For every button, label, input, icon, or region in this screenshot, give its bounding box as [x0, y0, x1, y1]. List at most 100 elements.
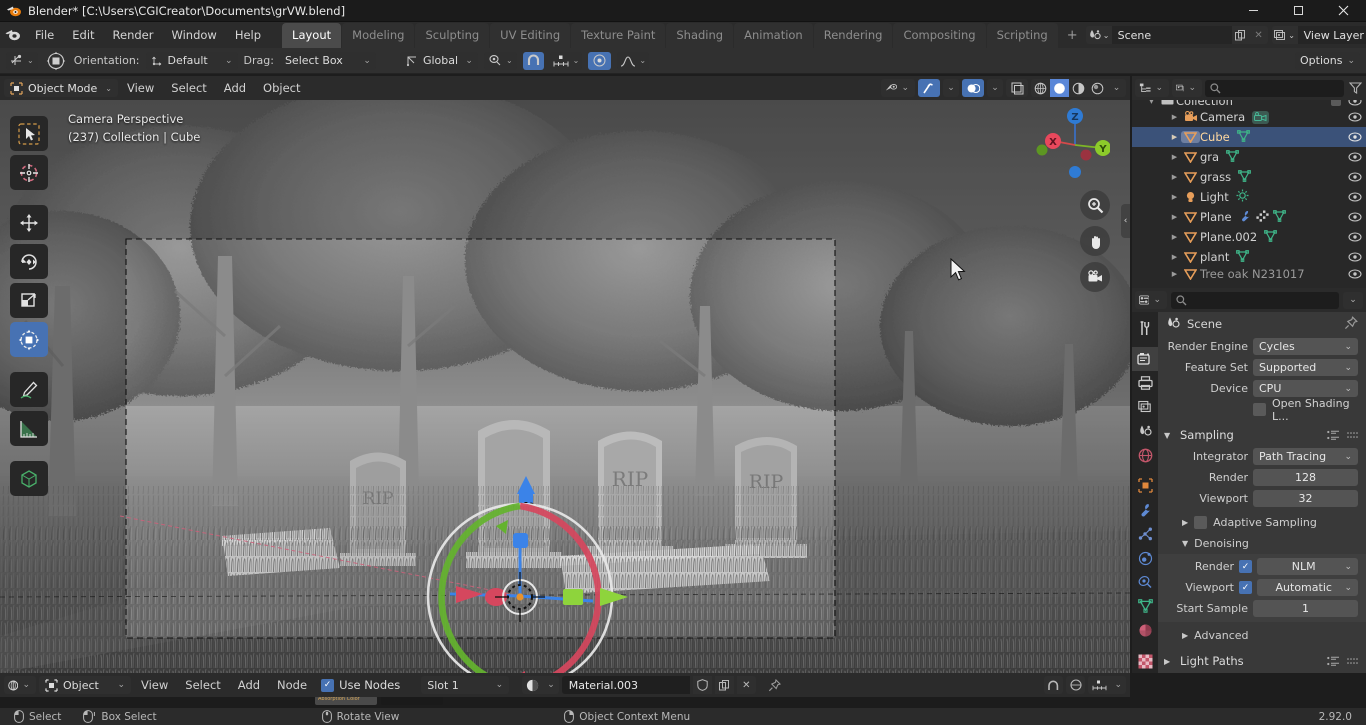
outliner-icon[interactable]: ⌄: [1135, 79, 1169, 97]
unlink-material-icon[interactable]: ✕: [736, 676, 756, 694]
outliner-tree[interactable]: ▼ Collection ▶ Camera ▶ Cube ▶ gra ▶ gra…: [1132, 100, 1366, 288]
tweak-select-icon[interactable]: [10, 116, 48, 151]
viewport-menu-view[interactable]: View: [119, 79, 162, 97]
scale-icon[interactable]: [10, 283, 48, 318]
menu-window[interactable]: Window: [162, 25, 225, 45]
shading-mode-group[interactable]: ⌄: [1031, 79, 1126, 97]
outliner-row-grass[interactable]: ▶ grass: [1132, 167, 1366, 187]
physics-tab[interactable]: [1132, 546, 1158, 570]
view-layer-tab[interactable]: [1132, 395, 1158, 419]
advanced-header[interactable]: ▶ Advanced: [1158, 625, 1366, 646]
pin-icon[interactable]: [765, 676, 784, 694]
visibility-eye-icon[interactable]: [1348, 269, 1362, 279]
camera-view-icon[interactable]: [1080, 262, 1110, 292]
outliner-data-icons[interactable]: [1236, 189, 1249, 205]
visibility-icon[interactable]: ⌄: [881, 79, 915, 97]
render-samples-field[interactable]: 128: [1253, 469, 1358, 486]
3d-viewport[interactable]: RIP RIP RIP: [0, 76, 1130, 673]
shader-menu-view[interactable]: View: [134, 676, 175, 694]
shader-node-value-field[interactable]: [381, 697, 443, 705]
view-layer-name-field[interactable]: View Layer: [1297, 26, 1366, 44]
properties-icon[interactable]: ⌄: [1135, 291, 1167, 309]
denoise-render-dropdown[interactable]: NLM ⌄: [1257, 558, 1358, 575]
tab-shading[interactable]: Shading: [666, 22, 734, 48]
proportional-edit-button[interactable]: [588, 51, 612, 70]
expand-triangle-icon[interactable]: ▶: [1168, 133, 1181, 141]
integrator-dropdown[interactable]: Path Tracing ⌄: [1253, 448, 1358, 465]
expand-triangle-icon[interactable]: ▶: [1168, 233, 1181, 241]
shader-menu-node[interactable]: Node: [270, 676, 314, 694]
denoise-render-checkbox[interactable]: ✓: [1239, 560, 1252, 573]
outliner-filter-display-icon[interactable]: ⌄: [1172, 79, 1202, 97]
shading-chevron-icon[interactable]: ⌄: [1107, 79, 1126, 97]
outliner-data-icons[interactable]: [1238, 169, 1251, 185]
new-scene-button[interactable]: [1231, 26, 1250, 44]
node-snap-target-dropdown[interactable]: ⌄: [1088, 676, 1126, 694]
shading-material-icon[interactable]: [1069, 79, 1088, 97]
particles-icon[interactable]: [1255, 210, 1269, 225]
menu-help[interactable]: Help: [226, 25, 270, 45]
snap-target-dropdown[interactable]: ⌄: [549, 51, 583, 70]
visibility-eye-icon[interactable]: [1348, 192, 1362, 202]
denoise-viewport-checkbox[interactable]: ✓: [1239, 581, 1252, 594]
outliner-row-cube[interactable]: ▶ Cube: [1132, 127, 1366, 147]
view-layer-icon[interactable]: ⌄: [1271, 26, 1298, 44]
osl-checkbox[interactable]: [1253, 403, 1266, 416]
outliner-data-icons[interactable]: [1236, 249, 1250, 265]
use-nodes-checkbox[interactable]: ✓: [321, 678, 335, 692]
snap-target-chevron-icon[interactable]: ⌄: [943, 79, 959, 97]
tab-uv-editing[interactable]: UV Editing: [490, 22, 571, 48]
remove-scene-button[interactable]: ✕: [1249, 26, 1268, 44]
options-dropdown[interactable]: Options ⌄: [1295, 51, 1360, 70]
texture-tab[interactable]: [1132, 649, 1158, 673]
shader-menu-add[interactable]: Add: [231, 676, 267, 694]
shader-menu-select[interactable]: Select: [178, 676, 227, 694]
mesh-data-icon[interactable]: [1226, 149, 1239, 165]
device-dropdown[interactable]: CPU ⌄: [1253, 380, 1358, 397]
measure-icon[interactable]: [10, 411, 48, 446]
transform-icon[interactable]: [10, 322, 48, 357]
overlays-icon[interactable]: [1006, 79, 1028, 97]
outliner-data-icons[interactable]: [1264, 229, 1278, 245]
add-cube-icon[interactable]: [10, 461, 48, 496]
node-overlays-icon[interactable]: [1066, 676, 1086, 694]
shading-rendered-icon[interactable]: [1088, 79, 1107, 97]
expand-triangle-icon[interactable]: ▶: [1168, 213, 1181, 221]
outliner-row-plant[interactable]: ▶ plant: [1132, 247, 1366, 267]
light-paths-panel-header[interactable]: ▶ Light Paths: [1158, 650, 1366, 672]
add-workspace-button[interactable]: +: [1059, 25, 1086, 46]
outliner-row-camera[interactable]: ▶ Camera: [1132, 107, 1366, 127]
camera-data-icon[interactable]: [1252, 110, 1270, 124]
collection-checkbox[interactable]: [1331, 100, 1362, 106]
tab-rendering[interactable]: Rendering: [813, 22, 893, 48]
minimize-button[interactable]: [1231, 0, 1276, 22]
visibility-eye-icon[interactable]: [1348, 112, 1362, 122]
start-sample-field[interactable]: 1: [1253, 600, 1358, 617]
snap-node-icon[interactable]: [1044, 676, 1064, 694]
expand-triangle-icon[interactable]: ▶: [1168, 193, 1181, 201]
menu-edit[interactable]: Edit: [63, 25, 103, 45]
snap-magnet-icon[interactable]: [918, 79, 940, 97]
mesh-data-icon[interactable]: [1272, 209, 1286, 225]
viewport-menu-object[interactable]: Object: [255, 79, 308, 97]
shading-wireframe-icon[interactable]: [1031, 79, 1050, 97]
modifier-icon[interactable]: [1239, 210, 1252, 225]
new-material-icon[interactable]: [714, 676, 734, 694]
denoising-header[interactable]: ▼ Denoising: [1158, 533, 1366, 554]
data-tab[interactable]: [1132, 594, 1158, 618]
proportional-edit-icon[interactable]: [962, 79, 984, 97]
properties-editor[interactable]: ⌄ ⌄ Scene Render Engine Cycles ⌄ Feature…: [1132, 288, 1366, 673]
shield-icon[interactable]: [692, 676, 712, 694]
chevron-right-icon[interactable]: ▶: [1182, 518, 1188, 527]
feature-set-dropdown[interactable]: Supported ⌄: [1253, 359, 1358, 376]
outliner-editor[interactable]: ⌄ ⌄ ▼ Collection ▶ Camera ▶ Cube ▶ gra ▶…: [1132, 76, 1366, 288]
snap-magnet-button[interactable]: [522, 51, 544, 70]
scene-selector[interactable]: ⌄ Scene ✕: [1085, 26, 1268, 44]
outliner-row-tree-oak[interactable]: ▶ Tree oak N231017: [1132, 267, 1366, 281]
viewport-menu-add[interactable]: Add: [216, 79, 254, 97]
visibility-eye-icon[interactable]: [1348, 172, 1362, 182]
mesh-data-icon[interactable]: [1236, 249, 1250, 265]
drag-dropdown[interactable]: Select Box ⌄: [279, 51, 376, 70]
outliner-filter-icon[interactable]: [1347, 82, 1363, 94]
cursor-icon[interactable]: [10, 155, 48, 190]
